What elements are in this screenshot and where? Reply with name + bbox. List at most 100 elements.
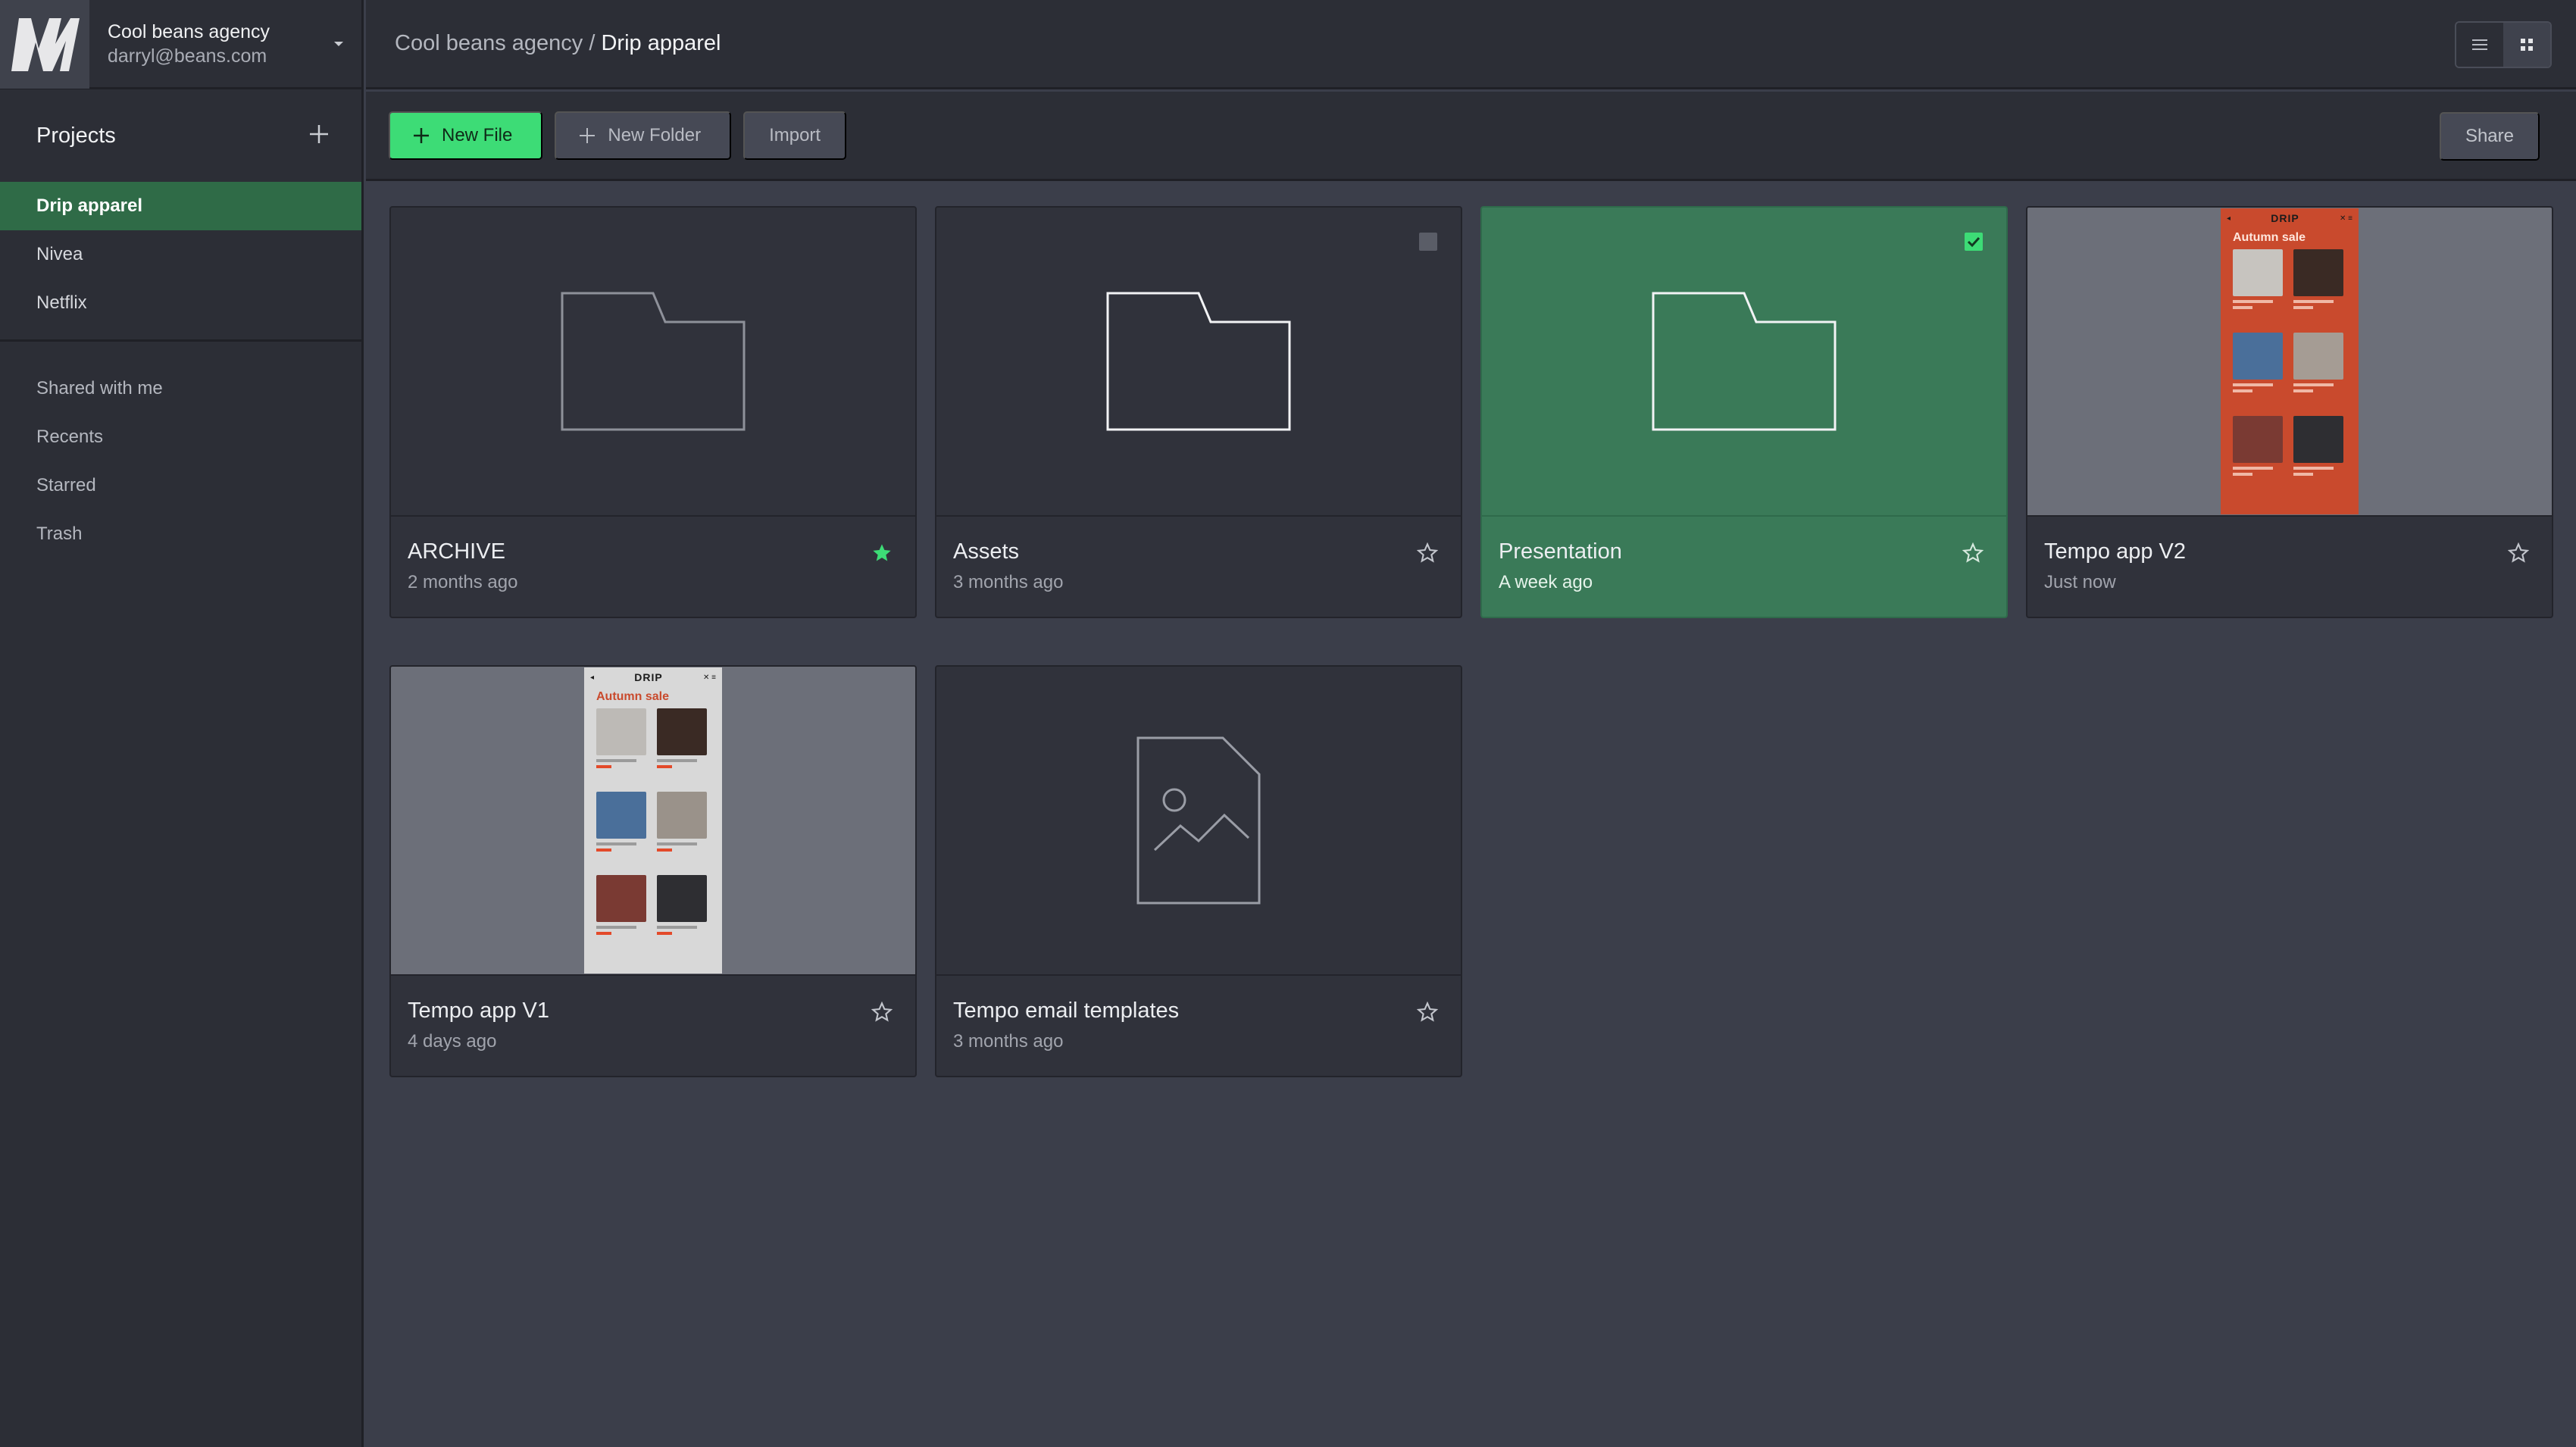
card-info: Tempo email templates 3 months ago: [936, 976, 1461, 1055]
account-name: Cool beans agency: [108, 20, 270, 42]
nav-item-label: Trash: [36, 523, 83, 544]
checkbox-unchecked-icon[interactable]: [1418, 232, 1438, 252]
file-card-assets[interactable]: Assets 3 months ago: [935, 206, 1462, 618]
nav-item-trash[interactable]: Trash: [0, 510, 361, 558]
app-preview: ◂ DRIP ✕ ≡ Autumn sale: [584, 667, 722, 974]
preview-heading: Autumn sale: [596, 690, 670, 703]
card-date: 3 months ago: [953, 1031, 1064, 1052]
caret-down-icon[interactable]: [316, 40, 361, 48]
card-info: ARCHIVE 2 months ago: [391, 517, 915, 595]
new-file-label: New File: [442, 124, 513, 145]
card-thumbnail: ◂ DRIP ✕ ≡ Autumn sale: [391, 667, 915, 976]
preview-product: [2233, 249, 2283, 322]
star-outline-icon[interactable]: [1417, 1002, 1438, 1023]
folder-icon: [1106, 292, 1291, 431]
card-thumbnail: ◂ DRIP ✕ ≡ Autumn sale: [2027, 208, 2552, 517]
file-card-tempo-app-v1[interactable]: ◂ DRIP ✕ ≡ Autumn sale Tempo app V1 4 da…: [389, 665, 917, 1077]
nav-item-shared[interactable]: Shared with me: [0, 364, 361, 413]
import-label: Import: [769, 124, 821, 145]
project-item-drip-apparel[interactable]: Drip apparel: [0, 182, 361, 230]
new-file-button[interactable]: New File: [389, 111, 543, 160]
card-info: Presentation A week ago: [1482, 517, 2006, 595]
preview-product: [2293, 416, 2343, 489]
file-card-tempo-app-v2[interactable]: ◂ DRIP ✕ ≡ Autumn sale Tempo app V2 Just…: [2026, 206, 2553, 618]
account-switcher[interactable]: Cool beans agency darryl@beans.com: [0, 0, 361, 89]
list-view-icon: [2472, 39, 2487, 50]
import-button[interactable]: Import: [743, 111, 847, 160]
card-title: Tempo app V1: [408, 999, 550, 1023]
preview-product: [657, 708, 707, 781]
top-bar: Cool beans agency / Drip apparel: [366, 0, 2576, 89]
view-toggle: [2455, 21, 2552, 68]
share-button[interactable]: Share: [2439, 112, 2540, 161]
star-outline-icon[interactable]: [1417, 542, 1438, 564]
project-item-label: Nivea: [36, 244, 83, 264]
account-email: darryl@beans.com: [108, 45, 267, 67]
card-title: Presentation: [1499, 539, 1622, 564]
new-folder-button[interactable]: New Folder: [555, 111, 732, 160]
card-info: Tempo app V1 4 days ago: [391, 976, 915, 1055]
checkbox-checked-icon[interactable]: [1964, 232, 1984, 252]
project-list: Drip apparel Nivea Netflix: [0, 182, 361, 327]
logo-mark-icon: [11, 17, 80, 71]
preview-back-icon: ◂: [590, 673, 595, 682]
preview-logo: DRIP: [2271, 212, 2299, 224]
sidebar-divider: [0, 339, 361, 342]
card-info: Assets 3 months ago: [936, 517, 1461, 595]
project-item-label: Netflix: [36, 292, 87, 313]
preview-header: ◂ DRIP ✕ ≡: [584, 670, 722, 684]
preview-header: ◂ DRIP ✕ ≡: [2221, 211, 2359, 225]
preview-menu-icon: ✕ ≡: [2339, 214, 2352, 223]
file-card-presentation[interactable]: Presentation A week ago: [1480, 206, 2008, 618]
star-outline-icon[interactable]: [1962, 542, 1984, 564]
file-card-archive[interactable]: ARCHIVE 2 months ago: [389, 206, 917, 618]
project-item-netflix[interactable]: Netflix: [0, 279, 361, 327]
card-thumbnail: [936, 667, 1461, 976]
preview-product: [2233, 416, 2283, 489]
project-item-nivea[interactable]: Nivea: [0, 230, 361, 279]
card-title: ARCHIVE: [408, 539, 505, 564]
card-thumbnail: [391, 208, 915, 517]
card-thumbnail: [936, 208, 1461, 517]
preview-product: [2293, 249, 2343, 322]
toolbar: New File New Folder Import Share: [366, 92, 2576, 181]
share-label: Share: [2465, 126, 2514, 146]
grid-view-icon: [2521, 39, 2533, 51]
preview-back-icon: ◂: [2227, 214, 2231, 223]
plus-icon: [414, 127, 429, 143]
star-outline-icon[interactable]: [2508, 542, 2529, 564]
nav-item-label: Recents: [36, 427, 104, 447]
card-title: Tempo email templates: [953, 999, 1180, 1023]
preview-product: [2293, 333, 2343, 405]
breadcrumb-current: Drip apparel: [601, 31, 721, 55]
card-title: Tempo app V2: [2044, 539, 2187, 564]
preview-product: [596, 875, 646, 948]
add-project-button[interactable]: [308, 123, 330, 148]
nav-item-starred[interactable]: Starred: [0, 461, 361, 510]
list-view-button[interactable]: [2456, 23, 2503, 67]
grid-view-button[interactable]: [2503, 23, 2550, 67]
card-info: Tempo app V2 Just now: [2027, 517, 2552, 595]
star-outline-icon[interactable]: [871, 1002, 893, 1023]
nav-item-recents[interactable]: Recents: [0, 413, 361, 461]
preview-menu-icon: ✕ ≡: [702, 673, 716, 682]
card-date: 3 months ago: [953, 572, 1064, 592]
nav-item-label: Starred: [36, 475, 96, 495]
nav-item-label: Shared with me: [36, 378, 163, 398]
star-filled-icon[interactable]: [871, 542, 893, 564]
card-title: Assets: [953, 539, 1020, 564]
plus-icon: [310, 124, 328, 143]
breadcrumb-parent[interactable]: Cool beans agency: [395, 31, 583, 55]
file-grid: ARCHIVE 2 months ago Assets 3 months ago: [389, 206, 2553, 1077]
preview-products: [2221, 249, 2359, 489]
card-date: A week ago: [1499, 572, 1593, 592]
folder-icon: [1652, 292, 1837, 431]
preview-product: [657, 792, 707, 864]
folder-icon: [561, 292, 746, 431]
card-date: Just now: [2044, 572, 2116, 592]
account-info: Cool beans agency darryl@beans.com: [108, 20, 316, 68]
file-card-tempo-email-templates[interactable]: Tempo email templates 3 months ago: [935, 665, 1462, 1077]
card-date: 4 days ago: [408, 1031, 497, 1052]
plus-icon: [580, 127, 596, 143]
image-file-icon: [1136, 736, 1261, 905]
